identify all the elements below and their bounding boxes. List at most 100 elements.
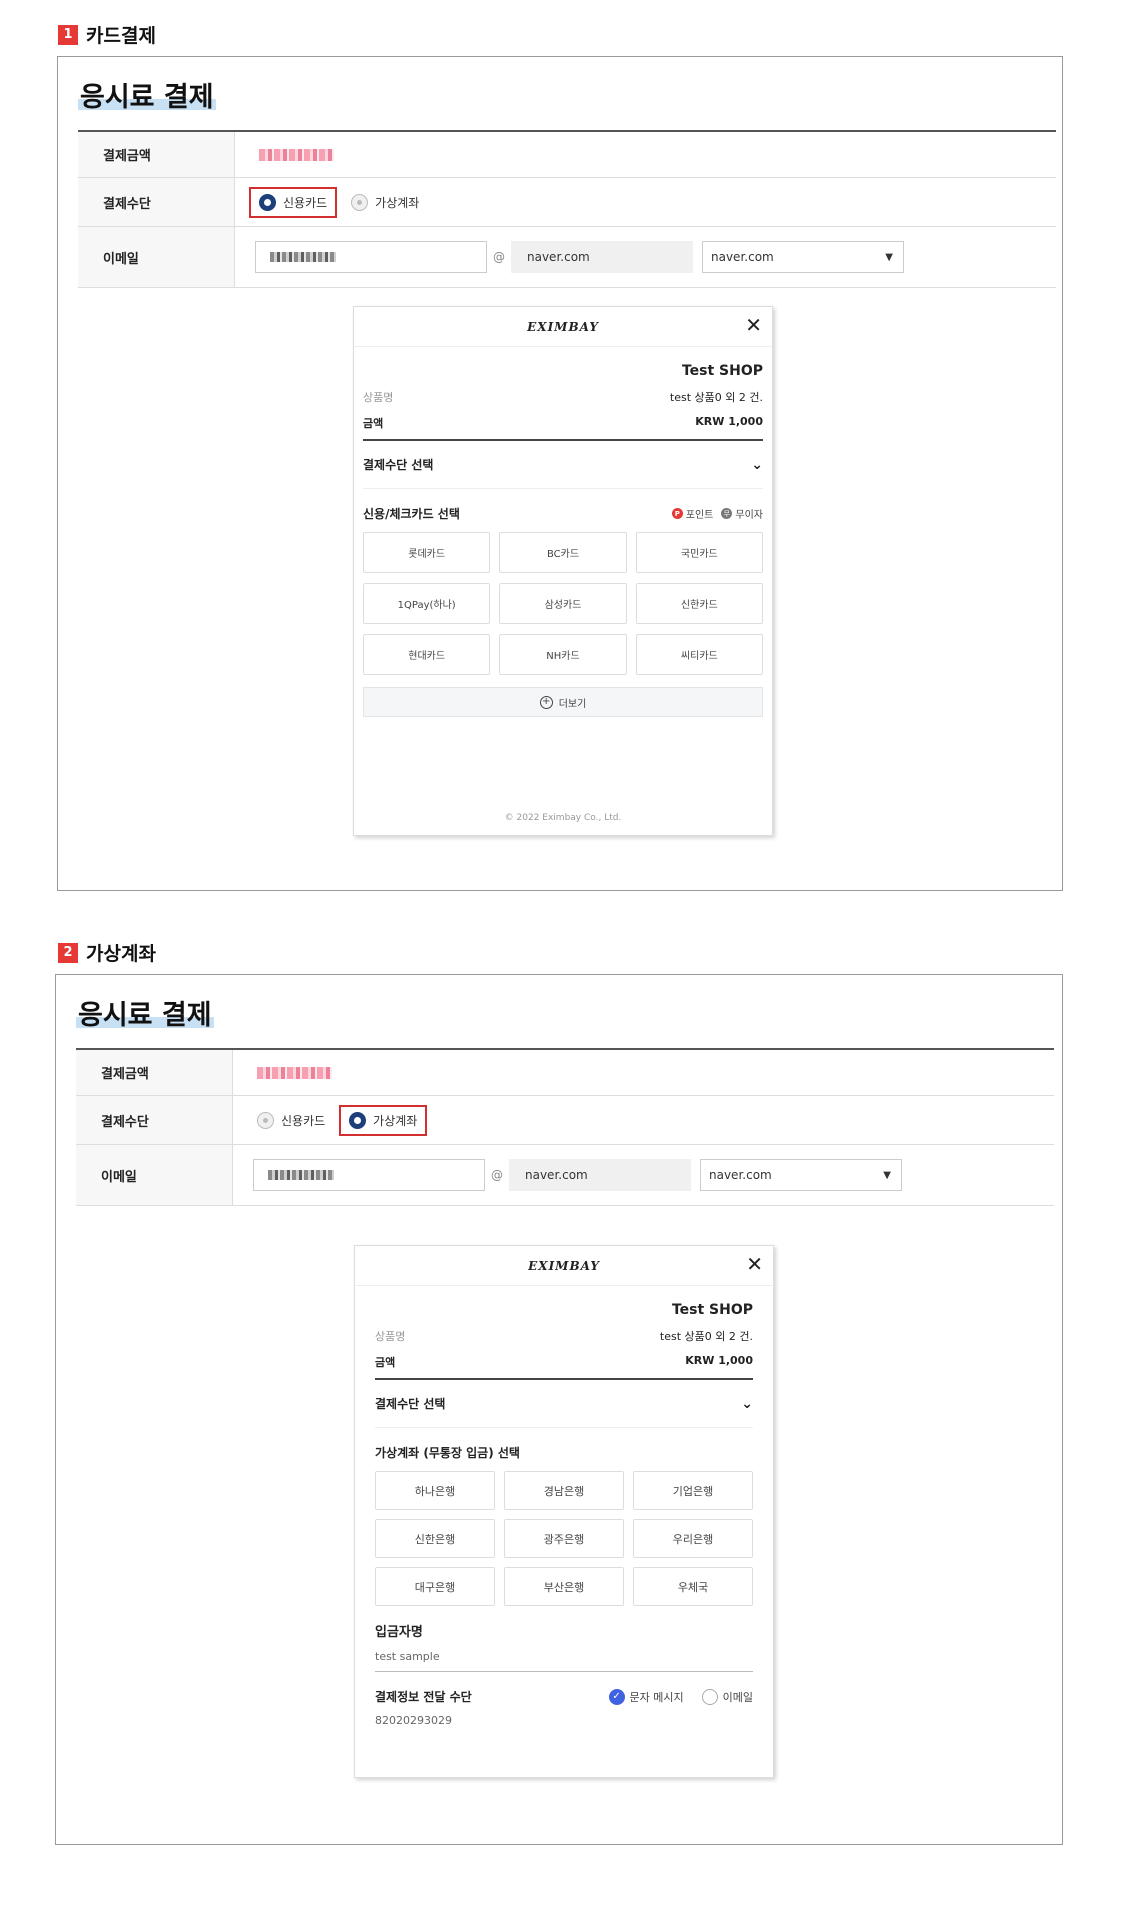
point-badge: P 포인트: [671, 506, 714, 521]
method-select-toggle[interactable]: 결제수단 선택 ⌄: [363, 441, 763, 489]
delivery-sms-option[interactable]: ✓ 문자 메시지: [608, 1688, 684, 1705]
email-domain-select[interactable]: naver.com ▼: [702, 241, 904, 273]
eximbay-vaccount-modal: EXIMBAY ✕ Test SHOP 상품명 test 상품0 외 2 건. …: [354, 1245, 774, 1778]
card-button-kb[interactable]: 국민카드: [635, 532, 763, 573]
radio-virtual-account[interactable]: 가상계좌: [339, 1104, 428, 1136]
amount-label: 결제금액: [78, 132, 235, 177]
bank-button-woori[interactable]: 우리은행: [633, 1519, 753, 1558]
method-select-label: 결제수단 선택: [363, 458, 434, 472]
card-button-nh[interactable]: NH카드: [499, 634, 627, 675]
modal-amount-row: 금액 KRW 1,000: [363, 415, 763, 431]
point-badge-label: 포인트: [685, 510, 714, 521]
chevron-down-icon: ▼: [885, 251, 893, 263]
card-grid: 롯데카드 BC카드 국민카드 1QPay(하나) 삼성카드 신한카드 현대카드 …: [363, 532, 763, 675]
method-select-label: 결제수단 선택: [375, 1397, 446, 1411]
modal-amount-value: KRW 1,000: [685, 1354, 753, 1367]
product-value: test 상품0 외 2 건.: [669, 391, 763, 404]
email-row: 이메일 @ naver.com naver.com ▼: [76, 1145, 1054, 1206]
radio-credit-card[interactable]: 신용카드: [249, 186, 338, 218]
amount-value-redacted: [259, 148, 334, 161]
product-row: 상품명 test 상품0 외 2 건.: [375, 1328, 753, 1344]
method-label: 결제수단: [78, 178, 235, 226]
section-title: 카드결제: [86, 25, 156, 47]
bank-button-hana[interactable]: 하나은행: [375, 1471, 495, 1510]
plus-icon: +: [539, 695, 553, 709]
card-button-1qpay[interactable]: 1QPay(하나): [363, 583, 491, 624]
card-select-header: 신용/체크카드 선택 P 포인트 무 무이자: [363, 505, 763, 522]
email-inputs: @ naver.com naver.com ▼: [253, 1159, 902, 1191]
check-icon: ✓: [608, 1688, 625, 1705]
depositor-input[interactable]: test sample: [375, 1650, 753, 1672]
chevron-down-icon: ⌄: [751, 456, 763, 473]
bank-button-daegu[interactable]: 대구은행: [375, 1567, 495, 1606]
shop-name: Test SHOP: [681, 363, 763, 379]
card-button-samsung[interactable]: 삼성카드: [499, 583, 627, 624]
close-icon[interactable]: ✕: [745, 315, 762, 335]
chevron-down-icon: ▼: [883, 1169, 891, 1181]
section-1-header: 1 카드결제: [58, 21, 156, 48]
chevron-down-icon: ⌄: [741, 1395, 753, 1412]
modal-header: EXIMBAY ✕: [355, 1246, 773, 1286]
interest-free-label: 무이자: [735, 510, 763, 521]
bank-button-ibk[interactable]: 기업은행: [633, 1471, 753, 1510]
email-id-input[interactable]: [253, 1159, 485, 1191]
card-button-shinhan[interactable]: 신한카드: [635, 583, 763, 624]
modal-amount-label: 금액: [363, 417, 384, 430]
radio-credit-card[interactable]: 신용카드: [247, 1105, 335, 1136]
card-button-lotte[interactable]: 롯데카드: [363, 532, 491, 573]
bank-button-post[interactable]: 우체국: [633, 1567, 753, 1606]
more-label: 더보기: [558, 698, 587, 710]
email-domain-field[interactable]: naver.com: [511, 241, 693, 273]
depositor-label: 입금자명: [375, 1625, 423, 1640]
modal-amount-value: KRW 1,000: [695, 415, 763, 428]
eximbay-card-modal: EXIMBAY ✕ Test SHOP 상품명 test 상품0 외 2 건. …: [353, 306, 773, 836]
email-domain-select-value: naver.com: [709, 1168, 772, 1182]
radio-credit-card-label: 신용카드: [281, 1113, 326, 1128]
payment-method-radios: 신용카드 가상계좌: [249, 186, 429, 218]
email-label: 이메일: [76, 1145, 233, 1205]
email-domain-field[interactable]: naver.com: [509, 1159, 691, 1191]
email-id-redacted: [270, 252, 336, 262]
bank-button-shinhan[interactable]: 신한은행: [375, 1519, 495, 1558]
radio-virtual-account-label: 가상계좌: [373, 1113, 418, 1128]
at-sign: @: [493, 250, 505, 264]
radio-dot-selected: [349, 1111, 367, 1129]
payment-method-radios: 신용카드 가상계좌: [247, 1104, 428, 1136]
product-row: 상품명 test 상품0 외 2 건.: [363, 389, 763, 405]
point-icon: P: [671, 508, 683, 519]
method-label: 결제수단: [76, 1096, 233, 1144]
method-row: 결제수단 신용카드 가상계좌: [78, 178, 1056, 227]
email-label: 이메일: [78, 227, 235, 287]
section-2-header: 2 가상계좌: [58, 939, 156, 966]
payment-form-table: 결제금액 결제수단 신용카드 가상계좌 이메일 @ naver.com nave…: [78, 130, 1056, 288]
card-button-citi[interactable]: 씨티카드: [635, 634, 763, 675]
bank-button-kyongnam[interactable]: 경남은행: [504, 1471, 624, 1510]
shop-name: Test SHOP: [671, 1302, 753, 1318]
product-value: test 상품0 외 2 건.: [659, 1330, 753, 1343]
more-button[interactable]: + 더보기: [363, 687, 763, 717]
eximbay-logo: EXIMBAY: [527, 319, 599, 334]
bank-button-kwangju[interactable]: 광주은행: [504, 1519, 624, 1558]
delivery-sms-label: 문자 메시지: [629, 1690, 684, 1704]
eximbay-logo: EXIMBAY: [528, 1258, 600, 1273]
delivery-options: ✓ 문자 메시지 이메일: [608, 1688, 753, 1705]
bank-select-label: 가상계좌 (무통장 입금) 선택: [375, 1446, 520, 1460]
amount-value-redacted: [257, 1066, 332, 1079]
card-button-hyundai[interactable]: 현대카드: [363, 634, 491, 675]
phone-number[interactable]: 82020293029: [375, 1714, 753, 1727]
interest-free-icon: 무: [721, 508, 733, 519]
method-select-toggle[interactable]: 결제수단 선택 ⌄: [375, 1380, 753, 1428]
radio-dot-unselected: [351, 193, 369, 211]
section-title: 가상계좌: [86, 943, 156, 965]
bank-select-header: 가상계좌 (무통장 입금) 선택: [375, 1444, 753, 1461]
email-domain-select[interactable]: naver.com ▼: [700, 1159, 902, 1191]
delivery-email-option[interactable]: 이메일: [701, 1688, 753, 1705]
email-id-input[interactable]: [255, 241, 487, 273]
close-icon[interactable]: ✕: [746, 1254, 763, 1274]
bank-button-busan[interactable]: 부산은행: [504, 1567, 624, 1606]
email-row: 이메일 @ naver.com naver.com ▼: [78, 227, 1056, 288]
card-button-bc[interactable]: BC카드: [499, 532, 627, 573]
radio-virtual-account[interactable]: 가상계좌: [341, 187, 429, 218]
page-title: 응시료 결제: [78, 75, 216, 114]
delivery-row: 결제정보 전달 수단 ✓ 문자 메시지 이메일: [375, 1688, 753, 1705]
